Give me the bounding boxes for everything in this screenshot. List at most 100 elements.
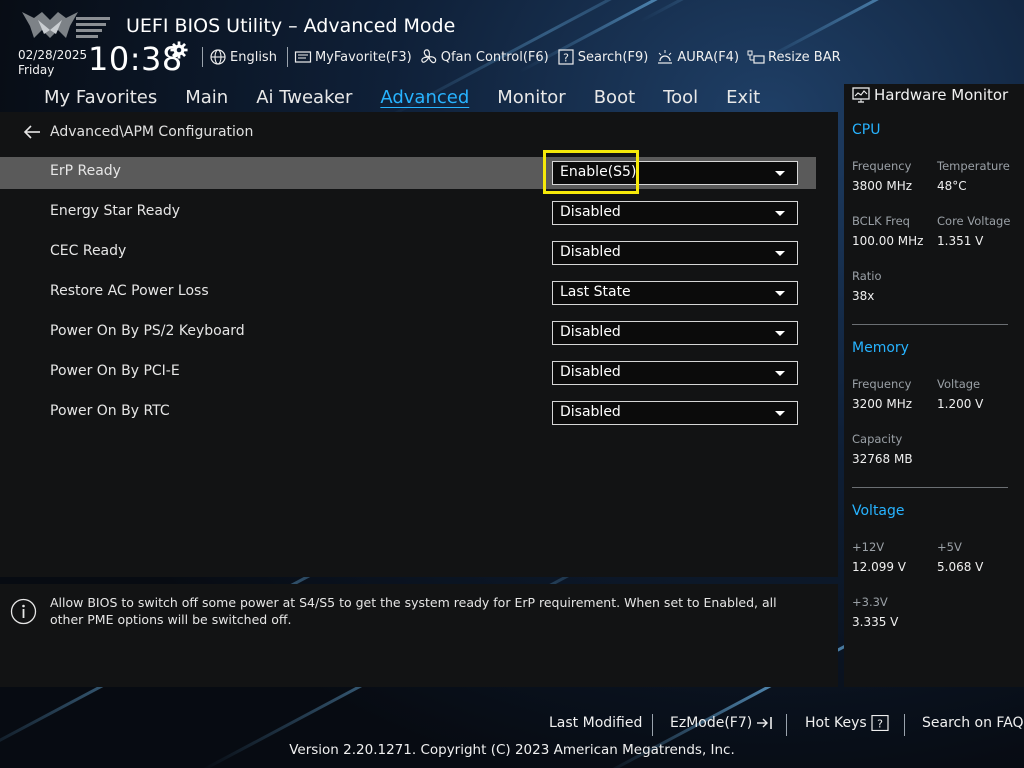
chevron-down-icon — [775, 291, 785, 296]
cpu-temperature-label: Temperature — [937, 159, 1010, 173]
breadcrumb-text: Advanced\APM Configuration — [50, 124, 254, 140]
power-on-ps2-keyboard-dropdown[interactable]: Disabled — [552, 321, 798, 345]
favorite-icon — [294, 51, 312, 63]
menu-separator — [202, 47, 203, 67]
resize-bar-button[interactable]: Resize BAR — [747, 48, 841, 66]
svg-text:?: ? — [877, 718, 883, 731]
qfan-control-label: Qfan Control(F6) — [440, 49, 549, 65]
core-voltage-label: Core Voltage — [937, 214, 1011, 228]
tab-boot[interactable]: Boot — [580, 87, 649, 108]
ratio-label: Ratio — [852, 269, 882, 283]
section-divider — [852, 324, 1008, 325]
chevron-down-icon — [775, 331, 785, 336]
resize-bar-label: Resize BAR — [768, 49, 841, 65]
info-icon — [10, 598, 37, 625]
cec-ready-dropdown[interactable]: Disabled — [552, 241, 798, 265]
search-faq-label: Search on FAQ — [922, 715, 1024, 731]
globe-icon — [210, 49, 226, 65]
v12-value: 12.099 V — [852, 560, 907, 574]
setting-row-power-on-pcie[interactable]: Power On By PCI-E Disabled — [0, 357, 816, 389]
setting-row-power-on-rtc[interactable]: Power On By RTC Disabled — [0, 397, 816, 429]
cpu-frequency-label: Frequency — [852, 159, 912, 173]
memory-voltage-value: 1.200 V — [937, 397, 984, 411]
memory-frequency-value: 3200 MHz — [852, 397, 913, 411]
section-divider — [852, 487, 1008, 488]
fan-icon — [420, 49, 436, 64]
myfavorite-button[interactable]: MyFavorite(F3) — [294, 48, 412, 66]
hardware-monitor-panel: Hardware Monitor CPU Frequency Temperatu… — [844, 84, 1024, 687]
setting-label: Energy Star Ready — [50, 203, 181, 219]
last-modified-button[interactable]: Last Modified — [549, 715, 642, 731]
memory-frequency-label: Frequency — [852, 377, 912, 391]
help-text: Allow BIOS to switch off some power at S… — [50, 595, 777, 627]
setting-row-erp-ready[interactable]: ErP Ready Enable(S5) — [0, 157, 816, 189]
menu-separator — [286, 47, 288, 67]
tab-my-favorites[interactable]: My Favorites — [0, 87, 171, 108]
bclk-value: 100.00 MHz — [852, 234, 924, 248]
setting-label: Power On By PS/2 Keyboard — [50, 323, 245, 339]
ezmode-label: EzMode(F7) — [670, 715, 753, 731]
search-faq-button[interactable]: Search on FAQ — [922, 715, 1024, 731]
tab-ai-tweaker[interactable]: Ai Tweaker — [242, 87, 366, 108]
exit-arrow-icon — [757, 717, 773, 729]
hardware-monitor-title: Hardware Monitor — [874, 86, 1009, 104]
restore-ac-power-loss-dropdown[interactable]: Last State — [552, 281, 798, 305]
voltage-section-title: Voltage — [852, 503, 905, 519]
page-title: UEFI BIOS Utility – Advanced Mode — [126, 15, 456, 37]
setting-row-restore-ac-power-loss[interactable]: Restore AC Power Loss Last State — [0, 277, 816, 309]
capacity-label: Capacity — [852, 432, 903, 446]
dropdown-value: Enable(S5) — [560, 164, 637, 180]
tab-advanced[interactable]: Advanced — [366, 87, 483, 108]
aura-label: AURA(F4) — [677, 49, 740, 65]
memory-section-title: Memory — [852, 340, 909, 356]
ratio-value: 38x — [852, 289, 875, 303]
v5-value: 5.068 V — [937, 560, 984, 574]
v5-label: +5V — [937, 540, 962, 554]
footer-links: Last Modified EzMode(F7) Hot Keys ? Sear… — [0, 712, 1024, 736]
hot-keys-label: Hot Keys — [805, 715, 867, 731]
weekday-text: Friday — [18, 63, 55, 77]
tab-main[interactable]: Main — [171, 87, 242, 108]
language-label: English — [230, 49, 277, 65]
tab-tool[interactable]: Tool — [649, 87, 712, 108]
search-button[interactable]: ? Search(F9) — [557, 48, 648, 66]
erp-ready-dropdown[interactable]: Enable(S5) — [552, 161, 798, 185]
hardware-monitor-header: Hardware Monitor — [852, 86, 1008, 104]
resize-bar-icon — [747, 50, 765, 64]
ezmode-button[interactable]: EzMode(F7) — [670, 715, 774, 731]
date-text: 02/28/2025 — [18, 48, 88, 62]
setting-row-cec-ready[interactable]: CEC Ready Disabled — [0, 237, 816, 269]
footer-separator — [786, 714, 787, 736]
last-modified-label: Last Modified — [549, 715, 643, 731]
aura-button[interactable]: AURA(F4) — [656, 48, 739, 66]
chevron-down-icon — [775, 171, 785, 176]
hot-keys-button[interactable]: Hot Keys ? — [805, 715, 889, 731]
language-button[interactable]: English — [209, 48, 277, 66]
dropdown-value: Disabled — [560, 404, 621, 420]
setting-label: ErP Ready — [50, 163, 121, 179]
gear-icon[interactable] — [170, 41, 188, 59]
help-panel: Allow BIOS to switch off some power at S… — [0, 584, 838, 687]
setting-row-power-on-ps2-keyboard[interactable]: Power On By PS/2 Keyboard Disabled — [0, 317, 816, 349]
breadcrumb: Advanced\APM Configuration — [22, 124, 253, 140]
tab-monitor[interactable]: Monitor — [483, 87, 579, 108]
settings-panel: Advanced\APM Configuration ErP Ready Ena… — [0, 112, 838, 577]
svg-text:?: ? — [563, 52, 569, 65]
back-arrow-icon[interactable] — [22, 124, 42, 140]
search-help-icon: ? — [558, 49, 574, 65]
chevron-down-icon — [775, 411, 785, 416]
setting-label: Power On By RTC — [50, 403, 170, 419]
chevron-down-icon — [775, 251, 785, 256]
tuf-logo-icon — [22, 12, 110, 38]
date-display: 02/28/2025 Friday — [18, 48, 87, 78]
power-on-rtc-dropdown[interactable]: Disabled — [552, 401, 798, 425]
chevron-down-icon — [775, 371, 785, 376]
power-on-pcie-dropdown[interactable]: Disabled — [552, 361, 798, 385]
setting-row-energy-star-ready[interactable]: Energy Star Ready Disabled — [0, 197, 816, 229]
qfan-control-button[interactable]: Qfan Control(F6) — [420, 48, 549, 66]
energy-star-ready-dropdown[interactable]: Disabled — [552, 201, 798, 225]
tab-exit[interactable]: Exit — [712, 87, 774, 108]
help-question-icon: ? — [871, 715, 889, 731]
dropdown-value: Disabled — [560, 324, 621, 340]
footer-separator — [652, 714, 653, 736]
